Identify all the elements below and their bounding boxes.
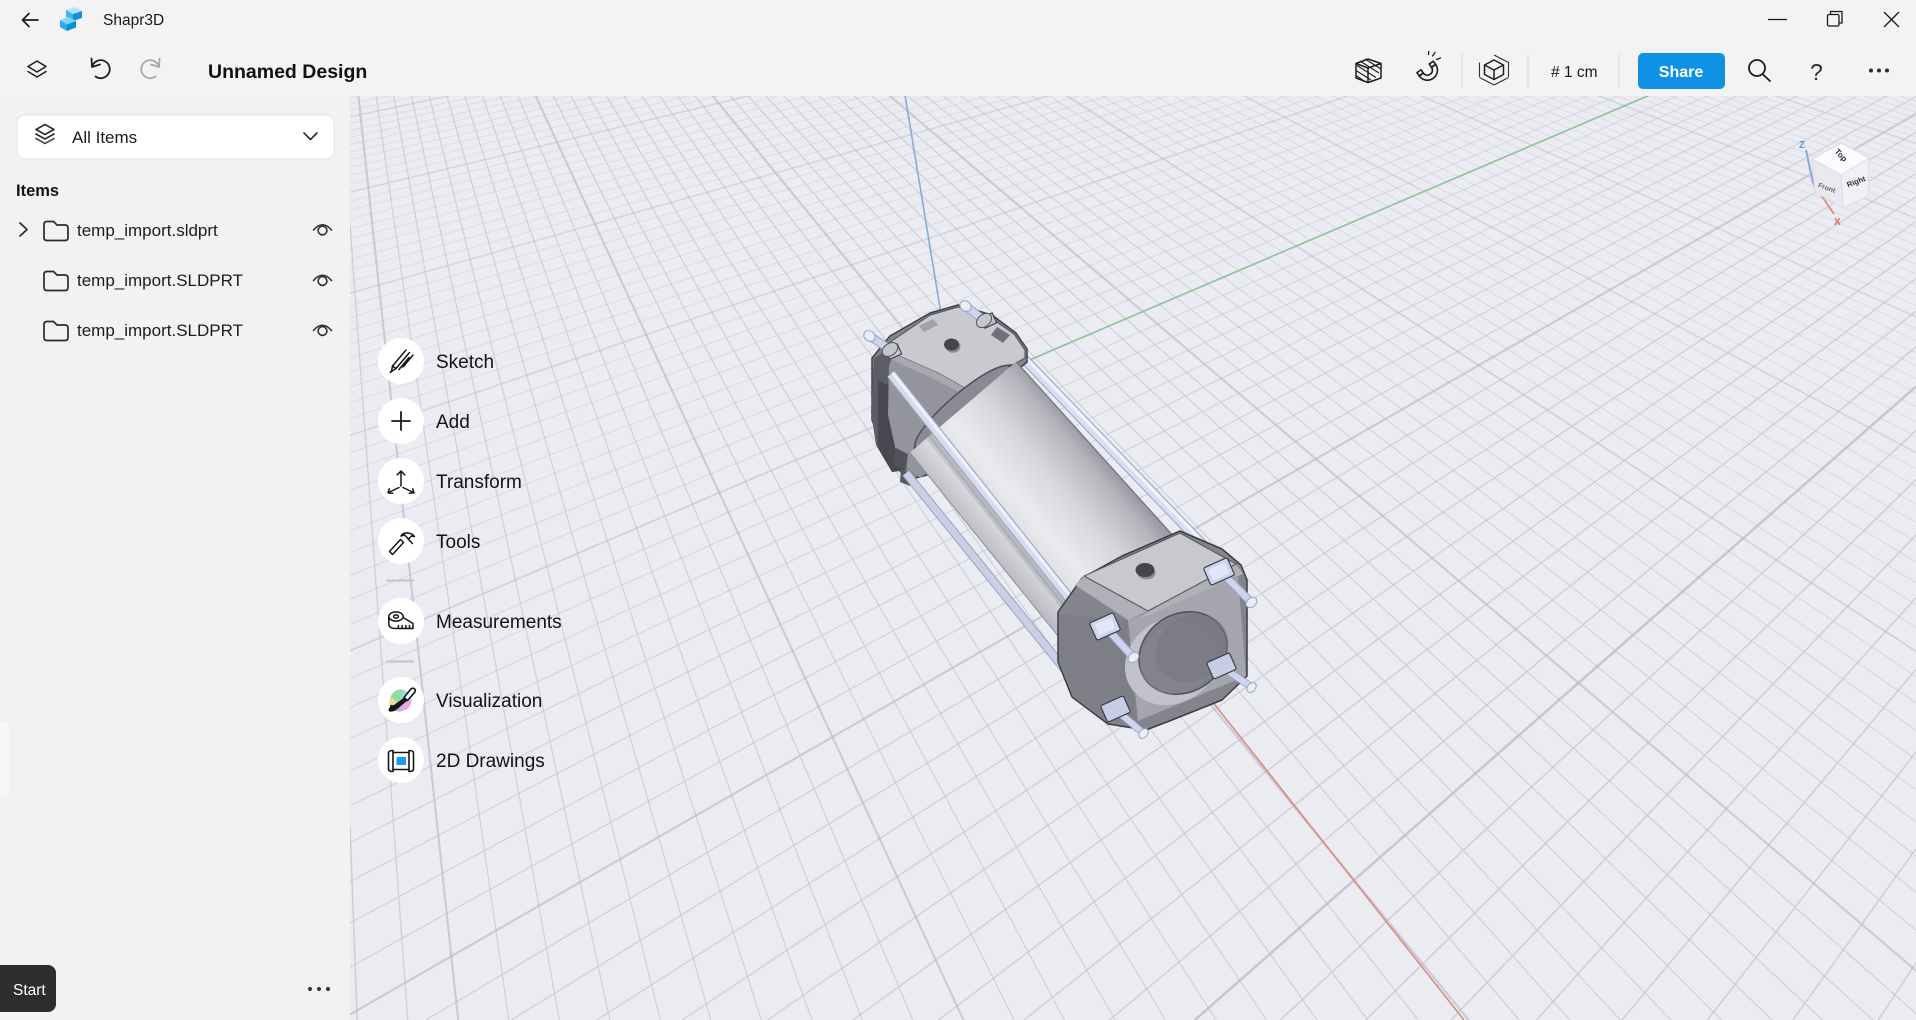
svg-text:?: ? [1810,59,1823,85]
svg-text:All Items: All Items [72,128,137,147]
svg-text:Items: Items [16,182,59,200]
svg-text:Measurements: Measurements [436,612,562,633]
svg-text:# 1 cm: # 1 cm [1551,64,1598,81]
svg-text:temp_import.sldprt: temp_import.sldprt [77,221,218,240]
svg-text:Start: Start [13,982,46,999]
svg-text:Visualization: Visualization [436,691,542,712]
svg-text:Shapr3D: Shapr3D [103,12,164,29]
svg-text:Tools: Tools [436,532,480,553]
svg-text:Share: Share [1659,64,1704,81]
svg-text:temp_import.SLDPRT: temp_import.SLDPRT [77,321,243,340]
svg-text:Add: Add [436,412,470,433]
svg-text:temp_import.SLDPRT: temp_import.SLDPRT [77,271,243,290]
svg-text:Unnamed Design: Unnamed Design [208,61,367,83]
svg-text:Sketch: Sketch [436,352,494,373]
svg-text:2D Drawings: 2D Drawings [436,751,545,772]
svg-text:Transform: Transform [436,472,522,493]
